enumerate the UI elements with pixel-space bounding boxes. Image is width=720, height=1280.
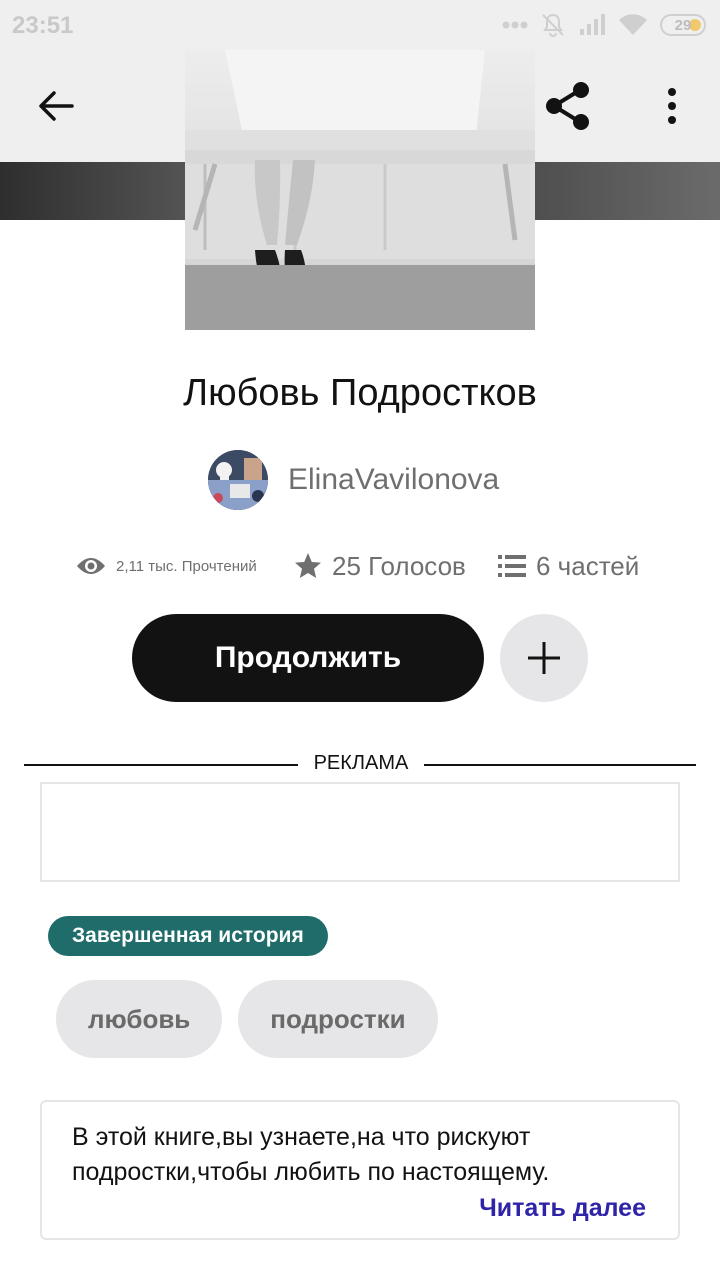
story-title: Любовь Подростков [183, 372, 537, 414]
ad-slot[interactable] [40, 782, 680, 882]
back-button[interactable] [34, 84, 78, 128]
read-more-link[interactable]: Читать далее [479, 1194, 646, 1223]
continue-reading-button[interactable]: Продолжить [132, 614, 484, 702]
ad-divider: РЕКЛАМА [24, 752, 696, 778]
more-vertical-icon [668, 88, 676, 124]
story-description: В этой книге,вы узнаете,на что рискуют п… [72, 1123, 550, 1186]
toolbar-left-panel [0, 50, 185, 162]
share-button[interactable] [540, 78, 596, 134]
share-icon [546, 82, 589, 130]
battery-icon: 29 [660, 14, 706, 36]
tag-chip[interactable]: подростки [238, 980, 438, 1058]
more-options-button[interactable] [650, 82, 694, 130]
author-name[interactable]: ElinaVavilonova [288, 463, 499, 497]
arrow-left-icon [39, 91, 74, 121]
tag-chip[interactable]: любовь [56, 980, 223, 1058]
votes-count: 25 Голосов [332, 550, 466, 581]
author-link[interactable]: ElinaVavilonova [208, 450, 499, 510]
status-time: 23:51 [12, 12, 74, 39]
tags-list: любовь подростки [56, 980, 438, 1058]
reads-count: 2,11 тыс. Прочтений [116, 557, 257, 575]
parts-stat: 6 частей [498, 546, 639, 586]
completed-status-badge: Завершенная история [48, 916, 328, 956]
mute-icon [540, 12, 566, 38]
ad-divider-line-left [24, 764, 298, 766]
add-to-library-button[interactable] [500, 614, 588, 702]
star-icon [295, 553, 321, 578]
reads-stat: 2,11 тыс. Прочтений [76, 546, 257, 586]
plus-icon [528, 642, 560, 674]
story-cover-image [185, 50, 535, 330]
eye-icon [77, 558, 105, 574]
signal-icon [578, 13, 606, 37]
author-avatar[interactable] [208, 450, 268, 510]
battery-level: 29 [674, 16, 692, 34]
votes-stat: 25 Голосов [294, 546, 466, 586]
wifi-icon [618, 13, 648, 37]
dots-icon [502, 20, 528, 30]
list-icon [498, 555, 526, 577]
story-stats: 2,11 тыс. Прочтений 25 Голосов 6 частей [0, 546, 720, 586]
ad-divider-line-right [424, 764, 696, 766]
story-description-card: В этой книге,вы узнаете,на что рискуют п… [40, 1100, 680, 1240]
status-icons: 29 [502, 10, 706, 40]
ad-label: РЕКЛАМА [313, 752, 409, 774]
parts-count: 6 частей [536, 550, 640, 581]
status-bar: 23:51 29 [0, 0, 720, 50]
